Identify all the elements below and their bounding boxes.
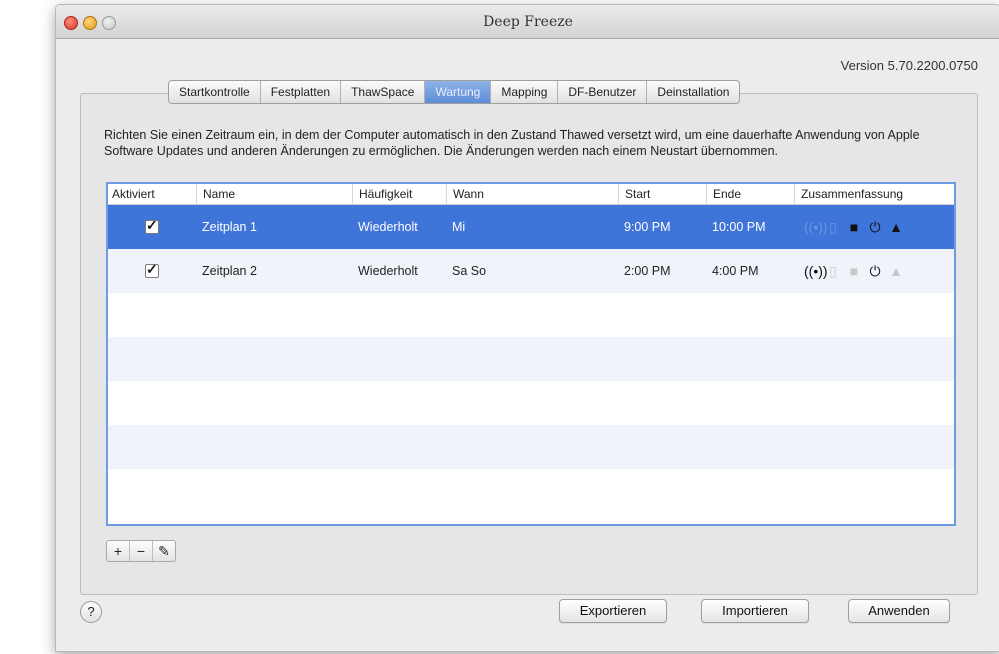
window-title: Deep Freeze — [483, 14, 573, 30]
schedule-table: Aktiviert Name Häufigkeit Wann Start End… — [106, 182, 956, 526]
tab-mapping[interactable]: Mapping — [491, 81, 559, 103]
warning-icon: ▲ — [889, 219, 903, 235]
empty-row — [108, 469, 954, 513]
schedule-when: Mi — [452, 220, 466, 234]
empty-row — [108, 337, 954, 381]
column-header-summary[interactable]: Zusammenfassung — [794, 184, 954, 204]
table-toolbar: + − ✎ — [106, 540, 176, 562]
schedule-when: Sa So — [452, 264, 487, 278]
schedule-start: 2:00 PM — [624, 264, 671, 278]
power-icon: ⏻ — [869, 219, 881, 235]
table-header: Aktiviert Name Häufigkeit Wann Start End… — [108, 184, 954, 205]
power-icon: ⏻ — [869, 263, 881, 279]
column-header-when[interactable]: Wann — [446, 184, 618, 204]
edit-schedule-button[interactable]: ✎ — [153, 541, 175, 561]
schedule-end: 10:00 PM — [712, 220, 766, 234]
import-button[interactable]: Importieren — [701, 599, 809, 623]
tab-festplatten[interactable]: Festplatten — [261, 81, 342, 103]
apply-button[interactable]: Anwenden — [848, 599, 950, 623]
export-button[interactable]: Exportieren — [559, 599, 667, 623]
tab-bar: Startkontrolle Festplatten ThawSpace War… — [168, 80, 741, 104]
empty-row — [108, 425, 954, 469]
tab-df-benutzer[interactable]: DF-Benutzer — [558, 81, 648, 103]
table-row[interactable]: Zeitplan 2 Wiederholt Sa So 2:00 PM 4:00… — [108, 249, 954, 293]
schedule-end: 4:00 PM — [712, 264, 759, 278]
enabled-checkbox[interactable] — [145, 261, 159, 278]
enabled-checkbox[interactable] — [145, 217, 159, 234]
column-header-end[interactable]: Ende — [706, 184, 794, 204]
tab-startkontrolle[interactable]: Startkontrolle — [169, 81, 261, 103]
title-bar: Deep Freeze — [56, 5, 999, 39]
tab-wartung[interactable]: Wartung — [425, 81, 492, 103]
lock-icon: ■ — [849, 219, 859, 235]
tab-thawspace[interactable]: ThawSpace — [341, 81, 426, 103]
schedule-name: Zeitplan 2 — [202, 264, 257, 278]
schedule-start: 9:00 PM — [624, 220, 671, 234]
remove-schedule-button[interactable]: − — [130, 541, 153, 561]
warning-icon: ▲ — [889, 263, 903, 279]
broadcast-icon: ((•)) — [804, 263, 828, 279]
description-text: Richten Sie einen Zeitraum ein, in dem d… — [104, 128, 920, 158]
document-icon: ▯ — [829, 263, 837, 279]
schedule-frequency: Wiederholt — [358, 220, 418, 234]
broadcast-icon: ((•)) — [804, 219, 828, 235]
schedule-summary: ((•)) ▯ ■ ⏻ ▲ — [794, 219, 954, 235]
lock-icon: ■ — [849, 263, 859, 279]
column-header-frequency[interactable]: Häufigkeit — [352, 184, 446, 204]
version-label: Version 5.70.2200.0750 — [840, 58, 978, 73]
schedule-summary: ((•)) ▯ ■ ⏻ ▲ — [794, 263, 954, 279]
add-schedule-button[interactable]: + — [107, 541, 130, 561]
column-header-name[interactable]: Name — [196, 184, 352, 204]
table-row[interactable]: Zeitplan 1 Wiederholt Mi 9:00 PM 10:00 P… — [108, 205, 954, 249]
schedule-name: Zeitplan 1 — [202, 220, 257, 234]
empty-row — [108, 293, 954, 337]
tab-deinstallation[interactable]: Deinstallation — [647, 81, 739, 103]
column-header-start[interactable]: Start — [618, 184, 706, 204]
schedule-frequency: Wiederholt — [358, 264, 418, 278]
empty-row — [108, 381, 954, 425]
document-icon: ▯ — [829, 219, 837, 235]
column-header-enabled[interactable]: Aktiviert — [108, 184, 196, 204]
app-window: Deep Freeze Version 5.70.2200.0750 Start… — [55, 4, 999, 652]
help-button[interactable]: ? — [80, 601, 102, 623]
